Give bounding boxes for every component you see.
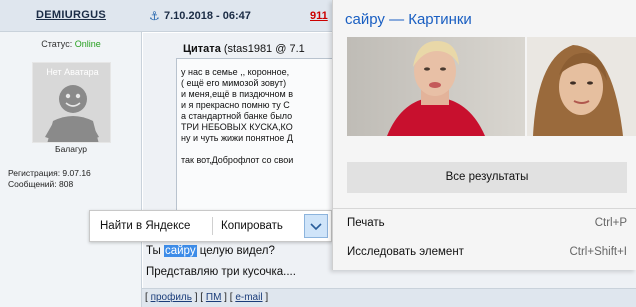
- email-link[interactable]: e-mail: [235, 292, 262, 303]
- copy-button[interactable]: Копировать: [221, 211, 283, 241]
- footer-links: [ профиль ] [ ПМ ] [ e-mail ]: [145, 292, 268, 303]
- quote-line: у нас в семье ,, коронное,: [181, 67, 290, 77]
- status-value: Online: [74, 39, 101, 49]
- bracket-text: ] [: [191, 292, 206, 303]
- username-link[interactable]: DEMIURGUS: [0, 9, 142, 21]
- image-search-title-link[interactable]: сайру — Картинки: [345, 11, 472, 28]
- bracket-text: ]: [262, 292, 269, 303]
- menu-item-inspect[interactable]: Исследовать элемент Ctrl+Shift+I: [333, 241, 636, 265]
- menu-item-shortcut: Ctrl+P: [594, 217, 627, 229]
- menu-divider: [333, 208, 636, 209]
- quote-line: и меня,ещё в пиздючном в: [181, 89, 294, 99]
- post-date: 7.10.2018 - 06:47: [164, 10, 251, 22]
- find-in-yandex-button[interactable]: Найти в Яндексе: [100, 211, 190, 241]
- message-count: Сообщений: 808: [8, 179, 74, 189]
- toolbar-divider: [212, 217, 213, 235]
- user-status: Статус: Online: [0, 39, 142, 49]
- more-options-button[interactable]: [304, 214, 328, 238]
- avatar-caption: Нет Аватара: [46, 67, 99, 77]
- quote-line: ТРИ НЕБОВЫХ КУСКА,КО: [181, 122, 293, 132]
- quote-line: ну и чуть жижи понятное Д: [181, 133, 294, 143]
- selected-text[interactable]: сайру: [163, 245, 197, 257]
- post-footer: [ профиль ] [ ПМ ] [ e-mail ]: [142, 288, 636, 307]
- status-label: Статус:: [41, 39, 73, 49]
- post-text-line: Представляю три кусочка....: [146, 266, 296, 278]
- quote-line: так вот,Доброфлот со свои: [181, 155, 294, 165]
- anchor-icon[interactable]: ⚓: [149, 9, 160, 23]
- quote-author: (stas1981 @ 7.1: [220, 43, 305, 55]
- quote-title: Цитата (stas1981 @ 7.1: [183, 43, 305, 55]
- all-results-button[interactable]: Все результаты: [347, 162, 627, 193]
- quote-line: и я прекрасно помню ту С: [181, 100, 290, 110]
- post-text: Ты: [146, 245, 164, 257]
- menu-item-label: Исследовать элемент: [347, 246, 464, 258]
- post-number-link[interactable]: 911: [310, 10, 328, 22]
- chevron-down-icon: [310, 223, 322, 231]
- image-thumbnail[interactable]: [527, 37, 636, 136]
- quote-label: Цитата: [183, 43, 221, 55]
- menu-item-shortcut: Ctrl+Shift+I: [569, 246, 627, 258]
- user-rank: Балагур: [55, 144, 87, 154]
- menu-item-label: Печать: [347, 217, 385, 229]
- pm-link[interactable]: ПМ: [206, 292, 222, 303]
- post-text: целую видел?: [196, 245, 275, 257]
- quote-line: ( ещё его мимозой зовут): [181, 78, 287, 88]
- image-thumbnail-picture: [527, 37, 636, 136]
- image-thumbnail-picture: [347, 37, 525, 136]
- user-panel: DEMIURGUS Статус: Online Нет Аватара Бал…: [0, 0, 142, 307]
- user-header: DEMIURGUS: [0, 0, 142, 32]
- post-text-line: Ты сайру целую видел?: [146, 245, 275, 257]
- quote-line: а стандартной банке было: [181, 111, 293, 121]
- selection-toolbar: Найти в Яндексе Копировать: [89, 210, 332, 242]
- menu-item-print[interactable]: Печать Ctrl+P: [333, 212, 636, 236]
- profile-link[interactable]: профиль: [151, 292, 192, 303]
- bracket-text: ] [: [221, 292, 236, 303]
- avatar: Нет Аватара: [32, 62, 111, 143]
- image-thumbnail[interactable]: [347, 37, 525, 136]
- context-popup: сайру — Картинки Все результаты Печать C…: [332, 0, 636, 270]
- registration-date: Регистрация: 9.07.16: [8, 168, 91, 178]
